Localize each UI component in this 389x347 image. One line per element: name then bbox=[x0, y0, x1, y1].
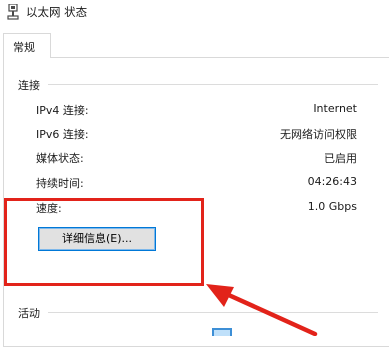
duration-label: 持续时间: bbox=[36, 177, 84, 190]
connection-section-title: 连接 bbox=[18, 79, 40, 92]
title-bar: 以太网 状态 bbox=[0, 0, 389, 24]
window-title: 以太网 状态 bbox=[26, 5, 88, 19]
speed-value: 1.0 Gbps bbox=[307, 200, 357, 213]
ipv6-label: IPv6 连接: bbox=[36, 128, 89, 141]
media-state-value: 已启用 bbox=[324, 152, 357, 165]
tab-strip: 常规 bbox=[0, 30, 389, 58]
ethernet-status-window: 以太网 状态 常规 连接 IPv4 连接: Internet IPv6 连接: … bbox=[0, 0, 389, 347]
connection-group-divider bbox=[48, 84, 378, 85]
activity-section-title: 活动 bbox=[18, 307, 40, 320]
red-arrow-annotation bbox=[206, 284, 318, 336]
tab-general[interactable]: 常规 bbox=[3, 33, 51, 58]
duration-value: 04:26:43 bbox=[307, 175, 357, 188]
media-state-label: 媒体状态: bbox=[36, 152, 84, 165]
ipv4-value: Internet bbox=[313, 102, 357, 115]
ipv4-label: IPv4 连接: bbox=[36, 104, 89, 117]
ipv6-value: 无网络访问权限 bbox=[280, 128, 357, 141]
details-button[interactable]: 详细信息(E)... bbox=[38, 227, 156, 251]
network-adapter-icon bbox=[7, 4, 19, 20]
speed-label: 速度: bbox=[36, 202, 62, 215]
tab-general-label: 常规 bbox=[13, 41, 35, 54]
